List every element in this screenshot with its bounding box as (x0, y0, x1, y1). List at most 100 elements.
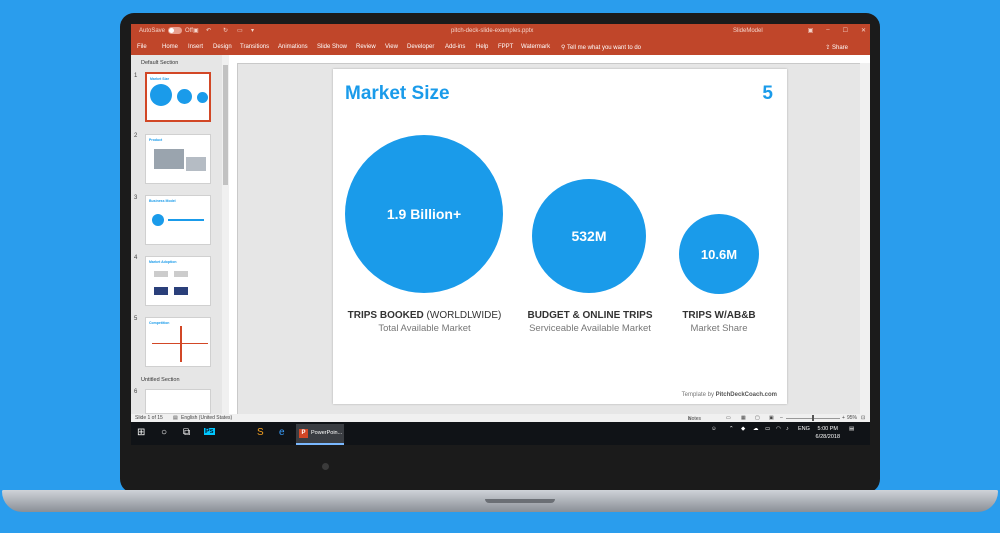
zoom-slider-knob[interactable] (812, 415, 814, 421)
keyboard-language[interactable]: ENG (798, 426, 810, 432)
tab-transitions[interactable]: Transitions (240, 44, 269, 50)
caption-heading-bold: TRIPS BOOKED (347, 310, 424, 321)
thumbnail-slide-2[interactable]: Product (145, 134, 211, 184)
slideshow-view-icon[interactable]: ▣ (769, 415, 774, 421)
spellcheck-icon[interactable]: ▤ (173, 415, 178, 421)
language-status[interactable]: English (United States) (181, 415, 232, 421)
wifi-icon[interactable]: ◠ (776, 426, 781, 432)
caption-subtitle: Market Share (690, 323, 748, 334)
autosave-switch[interactable] (168, 27, 183, 34)
autosave-toggle[interactable]: AutoSave Off (139, 27, 193, 34)
credit-prefix: Template by (681, 392, 716, 398)
edge-icon[interactable]: e (279, 427, 285, 438)
circle-sam[interactable]: 532M (532, 179, 646, 293)
thumb-number: 2 (134, 133, 138, 139)
thumb-image (186, 157, 206, 171)
slide-scrollbar[interactable] (860, 63, 870, 414)
taskbar-app-powerpoint[interactable]: P PowerPoin... (296, 424, 344, 445)
caption-heading: TRIPS W/AB&B (669, 310, 769, 321)
people-icon[interactable]: ☺ (711, 426, 717, 432)
thumb-number: 3 (134, 195, 138, 201)
tell-me-text: Tell me what you want to do (566, 45, 641, 51)
redo-icon[interactable]: ↻ (223, 27, 228, 34)
fit-slide-icon[interactable]: ⊡ (861, 415, 865, 421)
thumb-block (174, 271, 188, 277)
volume-icon[interactable]: ♪ (786, 426, 789, 432)
windows-start-icon[interactable]: ⊞ (137, 427, 145, 438)
onedrive-icon[interactable]: ☁ (753, 426, 759, 432)
tab-watermark[interactable]: Watermark (521, 44, 550, 50)
window-controls: ▣ – ☐ ✕ (808, 27, 866, 34)
thumb-title: Business Model (149, 199, 176, 203)
battery-icon[interactable]: ▭ (765, 426, 770, 432)
circle-som[interactable]: 10.6M (679, 214, 759, 294)
undo-icon[interactable]: ↶ (206, 27, 211, 34)
tab-developer[interactable]: Developer (407, 44, 434, 50)
tab-file[interactable]: File (137, 44, 147, 50)
tab-add-ins[interactable]: Add-ins (445, 44, 465, 50)
maximize-icon[interactable]: ☐ (843, 27, 848, 34)
normal-view-icon[interactable]: ▭ (726, 415, 731, 421)
tab-slide-show[interactable]: Slide Show (317, 44, 347, 50)
customize-qat-icon[interactable]: ▾ (251, 27, 254, 34)
thumb-block (154, 287, 168, 295)
zoom-out-icon[interactable]: – (780, 415, 783, 421)
save-icon[interactable]: ▣ (193, 27, 199, 34)
slide-canvas[interactable]: Market Size 5 1.9 Billion+ 532M 10.6M TR… (333, 69, 787, 404)
thumbnail-slide-1[interactable]: Market Size (145, 72, 211, 122)
ribbon-options-icon[interactable]: ▣ (808, 27, 814, 34)
sublime-icon[interactable]: S (257, 427, 264, 438)
tab-view[interactable]: View (385, 44, 398, 50)
cortana-icon[interactable]: ○ (161, 427, 167, 438)
template-credit: Template by PitchDeckCoach.com (682, 392, 777, 398)
tab-insert[interactable]: Insert (188, 44, 203, 50)
thumbnail-slide-5[interactable]: Competition (145, 317, 211, 367)
tab-home[interactable]: Home (162, 44, 178, 50)
slide-title[interactable]: Market Size (345, 83, 450, 105)
reading-view-icon[interactable]: ▢ (755, 415, 760, 421)
thumb-title: Market Size (150, 77, 170, 81)
system-clock[interactable]: 5:00 PM 6/28/2018 (816, 425, 840, 441)
thumb-circle (177, 89, 192, 104)
share-label: Share (831, 45, 848, 51)
slide-number[interactable]: 5 (762, 83, 773, 105)
powerpoint-icon: P (299, 429, 308, 438)
minimize-icon[interactable]: – (826, 27, 829, 34)
thumb-number: 4 (134, 255, 138, 261)
clock-time: 5:00 PM (817, 426, 838, 432)
dropbox-icon[interactable]: ◆ (741, 426, 745, 432)
thumb-block (154, 271, 168, 277)
present-icon[interactable]: ▭ (237, 27, 243, 34)
thumbnail-slide-6[interactable] (145, 389, 211, 414)
tab-review[interactable]: Review (356, 44, 376, 50)
thumbnail-slide-3[interactable]: Business Model (145, 195, 211, 245)
horizontal-ruler (229, 55, 870, 64)
section-untitled[interactable]: Untitled Section (141, 377, 180, 383)
circle-tam[interactable]: 1.9 Billion+ (345, 135, 503, 293)
tell-me-box[interactable]: ⚲ Tell me what you want to do (561, 44, 641, 51)
notifications-icon[interactable]: ▤ (849, 426, 854, 432)
zoom-level[interactable]: 95% (847, 415, 857, 421)
tab-design[interactable]: Design (213, 44, 232, 50)
slide-sorter-icon[interactable]: ▦ (741, 415, 746, 421)
show-hidden-icons[interactable]: ⌃ (729, 426, 734, 432)
share-button[interactable]: ⇪ Share (825, 44, 848, 51)
scrollbar-thumb[interactable] (223, 65, 228, 185)
tab-help[interactable]: Help (476, 44, 488, 50)
task-view-icon[interactable]: ⧉ (183, 427, 190, 438)
brand-name: SlideModel (733, 28, 763, 34)
thumbnails-scrollbar[interactable] (222, 55, 229, 414)
document-title: pitch-deck-slide-examples.pptx (451, 28, 534, 34)
photoshop-icon[interactable]: Ps (204, 428, 215, 435)
tab-fppt[interactable]: FPPT (498, 44, 513, 50)
close-icon[interactable]: ✕ (861, 27, 866, 34)
section-default[interactable]: Default Section (141, 60, 178, 66)
thumb-number: 5 (134, 316, 138, 322)
thumb-number: 6 (134, 389, 138, 395)
thumb-title: Competition (149, 321, 170, 325)
tab-animations[interactable]: Animations (278, 44, 308, 50)
caption-heading-regular: (WORLDLWIDE) (423, 310, 502, 321)
zoom-in-icon[interactable]: + (842, 415, 845, 421)
thumbnail-slide-4[interactable]: Market Adoption (145, 256, 211, 306)
circle-value: 532M (571, 228, 607, 244)
